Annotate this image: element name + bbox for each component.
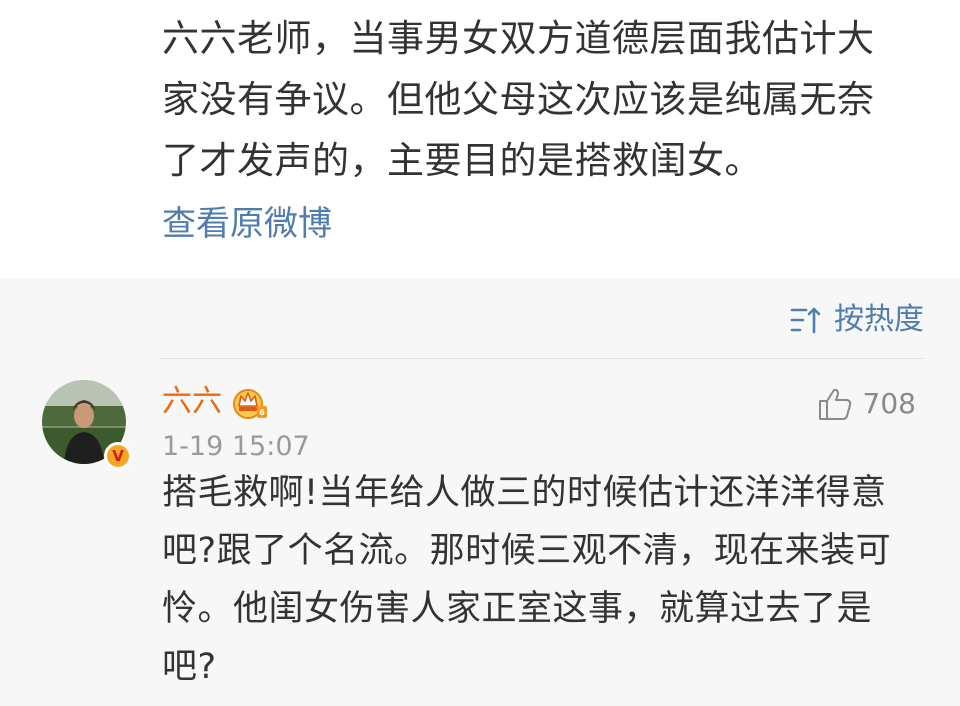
comment-time: 1-19 15:07 <box>162 431 310 462</box>
post-text: 六六老师，当事男女双方道德层面我估计大家没有争议。但他父母这次应该是纯属无奈了才… <box>162 17 875 182</box>
like-button[interactable]: 708 <box>817 386 916 422</box>
weibo-comment-page: 六六老师，当事男女双方道德层面我估计大家没有争议。但他父母这次应该是纯属无奈了才… <box>0 0 960 706</box>
sort-label: 按热度 <box>834 302 924 337</box>
crown-icon: 6 <box>233 389 267 419</box>
comment-item: V 六六 6 1-19 15:07 708 搭毛救啊!当年给人做三的时候估计还洋… <box>0 374 960 704</box>
verified-badge: V <box>104 442 132 470</box>
avatar[interactable]: V <box>42 380 132 470</box>
thumbs-up-icon <box>818 388 851 420</box>
sort-by-hot-button[interactable]: 按热度 <box>790 300 924 340</box>
divider <box>160 358 924 359</box>
view-original-link[interactable]: 查看原微博 <box>162 200 332 248</box>
author-name[interactable]: 六六 <box>162 382 222 422</box>
svg-text:6: 6 <box>259 408 265 417</box>
original-post: 六六老师，当事男女双方道德层面我估计大家没有争议。但他父母这次应该是纯属无奈了才… <box>0 0 960 278</box>
sort-icon <box>790 307 821 334</box>
comments-section: 按热度 V 六六 6 1-19 15:07 708 搭毛救啊!当年给人做三的时候… <box>0 278 960 706</box>
comment-text: 搭毛救啊!当年给人做三的时候估计还洋洋得意吧?跟了个名流。那时候三观不清，现在来… <box>162 473 892 687</box>
like-count: 708 <box>862 387 916 420</box>
author-row: 六六 6 <box>162 382 270 422</box>
